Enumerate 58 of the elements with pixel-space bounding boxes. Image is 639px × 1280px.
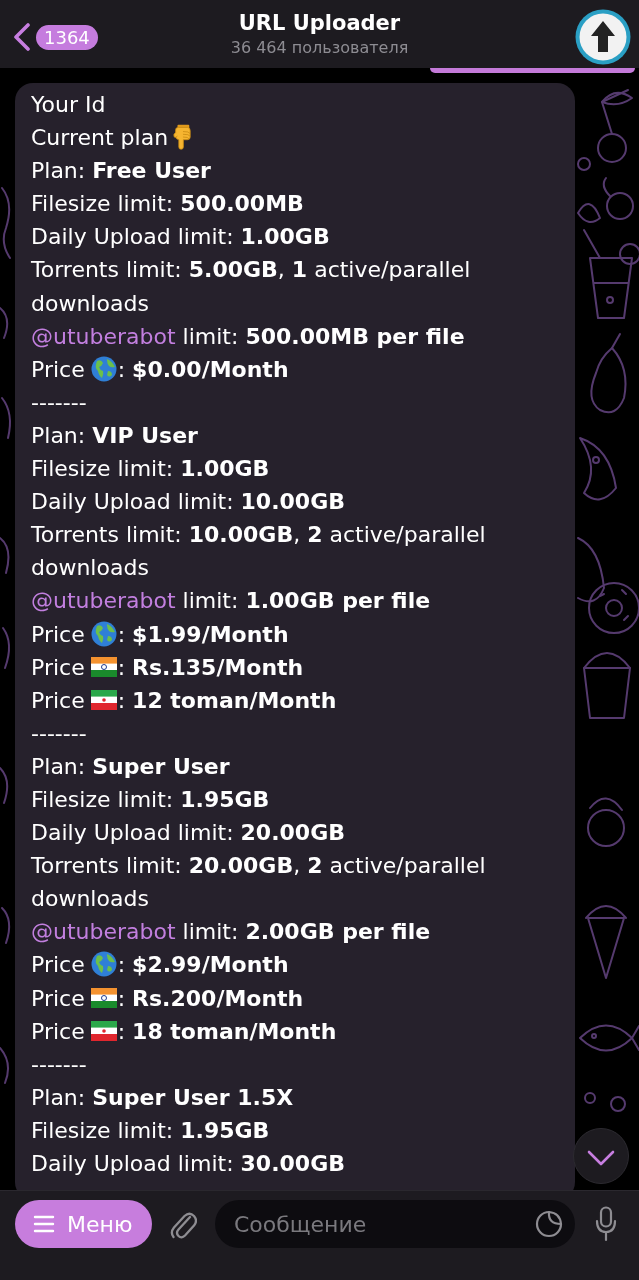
back-button[interactable] bbox=[12, 23, 32, 51]
message-text: : $1.99/Month bbox=[117, 621, 289, 647]
message-line: Plan: Super User bbox=[31, 752, 231, 781]
message-text: : Rs.200/Month bbox=[117, 985, 304, 1011]
hamburger-menu-icon bbox=[33, 1215, 55, 1233]
india-flag-icon bbox=[90, 656, 117, 677]
message-line: ------- bbox=[31, 1050, 88, 1079]
mention-link[interactable]: @utuberabot bbox=[31, 919, 176, 945]
message-line: ------- bbox=[31, 388, 88, 417]
message-line: Filesize limit: 500.00MB bbox=[31, 190, 305, 219]
chevron-left-icon bbox=[12, 23, 32, 51]
message-input-field[interactable]: Сообщение bbox=[215, 1200, 575, 1248]
scroll-down-button[interactable] bbox=[573, 1128, 629, 1184]
message-line: @utuberabot limit: 2.00GB per file bbox=[31, 918, 432, 947]
message-line: Daily Upload limit: 10.00GB bbox=[31, 488, 346, 517]
up-arrow-avatar-icon[interactable] bbox=[575, 9, 631, 65]
message-line: Daily Upload limit: 20.00GB bbox=[31, 819, 346, 848]
microphone-icon[interactable] bbox=[595, 1206, 617, 1242]
message-text: Price bbox=[31, 1018, 85, 1044]
message-text: Price bbox=[31, 621, 85, 647]
unread-count-badge[interactable]: 1364 bbox=[36, 24, 98, 50]
globe-icon bbox=[90, 951, 117, 978]
message-line: Daily Upload limit: 1.00GB bbox=[31, 223, 331, 252]
message-text: Price bbox=[31, 356, 85, 382]
globe-icon bbox=[90, 355, 117, 382]
message-text: : Rs.135/Month bbox=[117, 654, 304, 680]
message-text: Price bbox=[31, 985, 85, 1011]
message-line: Filesize limit: 1.95GB bbox=[31, 1116, 271, 1145]
message-text: : 18 toman/Month bbox=[117, 1018, 337, 1044]
message-line: Daily Upload limit: 30.00GB bbox=[31, 1150, 346, 1178]
iran-flag-icon bbox=[90, 1020, 117, 1041]
message-line: @utuberabot limit: 1.00GB per file bbox=[31, 587, 432, 616]
message-line: Plan: Super User 1.5X bbox=[31, 1083, 295, 1112]
sticker-icon[interactable] bbox=[535, 1210, 563, 1238]
mention-link[interactable]: @utuberabot bbox=[31, 588, 176, 614]
pointing-down-hand-icon bbox=[172, 124, 193, 151]
message-text: Price bbox=[31, 952, 85, 978]
chevron-down-icon bbox=[587, 1150, 615, 1166]
message-text: : $2.99/Month bbox=[117, 952, 289, 978]
message-line: Your Id bbox=[31, 91, 107, 119]
message-line: ------- bbox=[31, 719, 88, 748]
message-line: Plan: Free User bbox=[31, 157, 212, 186]
message-line: Filesize limit: 1.95GB bbox=[31, 785, 271, 814]
message-text: Price bbox=[31, 687, 85, 713]
menu-button[interactable]: Меню bbox=[15, 1200, 152, 1248]
message-text: Current plan bbox=[31, 125, 169, 151]
iran-flag-icon bbox=[90, 689, 117, 710]
message-text: : 12 toman/Month bbox=[117, 687, 337, 713]
india-flag-icon bbox=[90, 987, 117, 1008]
message-line: Filesize limit: 1.00GB bbox=[31, 455, 271, 484]
message-text: Price bbox=[31, 654, 85, 680]
globe-icon bbox=[90, 620, 117, 647]
message-line: Plan: VIP User bbox=[31, 421, 199, 450]
member-count: 36 464 пользователя bbox=[230, 37, 409, 59]
chat-title[interactable]: URL Uploader bbox=[230, 9, 409, 37]
message-text: : $0.00/Month bbox=[117, 356, 289, 382]
message-line: @utuberabot limit: 500.00MB per file bbox=[31, 322, 466, 351]
mention-link[interactable]: @utuberabot bbox=[31, 323, 176, 349]
